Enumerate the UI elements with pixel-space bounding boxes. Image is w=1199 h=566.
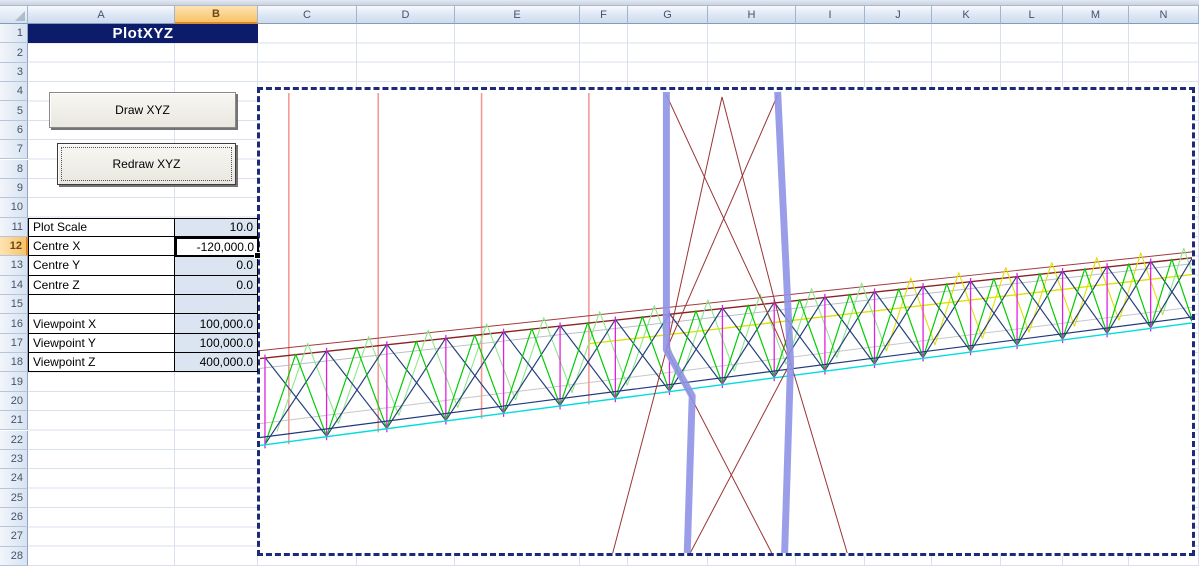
column-header-K[interactable]: K (932, 6, 1001, 24)
column-header-M[interactable]: M (1063, 6, 1129, 24)
param-label-viewpoint-y[interactable]: Viewpoint Y (28, 333, 175, 354)
row-header-1[interactable]: 1 (0, 24, 28, 44)
row-header-6[interactable]: 6 (0, 120, 28, 141)
bridge-wireframe-svg (260, 91, 1192, 553)
row-header-8[interactable]: 8 (0, 159, 28, 179)
select-all-button[interactable] (0, 6, 28, 24)
row-header-25[interactable]: 25 (0, 488, 28, 508)
row-header-5[interactable]: 5 (0, 101, 28, 121)
param-value-viewpoint-x[interactable]: 100,000.0 (175, 314, 258, 334)
row-header-20[interactable]: 20 (0, 391, 28, 412)
row-header-14[interactable]: 14 (0, 275, 28, 295)
row-header-26[interactable]: 26 (0, 507, 28, 528)
fill-handle[interactable] (254, 252, 261, 260)
column-header-J[interactable]: J (865, 6, 932, 24)
row-header-17[interactable]: 17 (0, 333, 28, 354)
param-value-empty[interactable] (175, 295, 258, 315)
param-label-empty[interactable] (28, 295, 175, 315)
row-header-22[interactable]: 22 (0, 430, 28, 450)
chart-object[interactable] (257, 87, 1195, 556)
title-cell[interactable]: PlotXYZ (28, 24, 258, 44)
row-header-9[interactable]: 9 (0, 178, 28, 199)
row-header-24[interactable]: 24 (0, 469, 28, 489)
row-header-19[interactable]: 19 (0, 372, 28, 392)
row-header-12[interactable]: 12 (0, 236, 28, 257)
row-header-27[interactable]: 27 (0, 527, 28, 547)
column-header-A[interactable]: A (28, 6, 175, 24)
row-header-4[interactable]: 4 (0, 82, 28, 102)
row-header-10[interactable]: 10 (0, 198, 28, 218)
row-header-2[interactable]: 2 (0, 43, 28, 63)
param-label-viewpoint-z[interactable]: Viewpoint Z (28, 353, 175, 373)
column-header-C[interactable]: C (258, 6, 357, 24)
param-label-viewpoint-x[interactable]: Viewpoint X (28, 314, 175, 334)
param-label-centre-y[interactable]: Centre Y (28, 256, 175, 276)
param-value-centre-y[interactable]: 0.0 (175, 256, 258, 276)
column-header-I[interactable]: I (796, 6, 865, 24)
draw-xyz-label: Draw XYZ (115, 103, 170, 117)
draw-xyz-button[interactable]: Draw XYZ (49, 92, 236, 128)
row-header-3[interactable]: 3 (0, 62, 28, 83)
row-header-16[interactable]: 16 (0, 314, 28, 334)
column-header-N[interactable]: N (1129, 6, 1199, 24)
active-cell-value: -120,000.0 (196, 240, 254, 255)
row-header-11[interactable]: 11 (0, 217, 28, 237)
row-header-15[interactable]: 15 (0, 295, 28, 315)
active-cell-B12[interactable]: -120,000.0 (175, 236, 261, 260)
redraw-xyz-label: Redraw XYZ (112, 157, 181, 171)
row-header-18[interactable]: 18 (0, 353, 28, 373)
row-header-21[interactable]: 21 (0, 411, 28, 431)
redraw-xyz-button[interactable]: Redraw XYZ (57, 143, 236, 185)
button-focus-ring: Redraw XYZ (58, 144, 235, 184)
row-header-28[interactable]: 28 (0, 546, 28, 566)
select-all-triangle-icon (15, 11, 25, 21)
row-header-13[interactable]: 13 (0, 256, 28, 276)
column-header-E[interactable]: E (455, 6, 580, 24)
param-label-centre-z[interactable]: Centre Z (28, 275, 175, 295)
column-header-G[interactable]: G (628, 6, 708, 24)
column-header-L[interactable]: L (1001, 6, 1063, 24)
param-value-viewpoint-z[interactable]: 400,000.0 (175, 353, 258, 373)
spreadsheet-window: PlotXYZ Draw XYZ Redraw XYZ Plot Scale 10… (0, 0, 1199, 566)
column-header-F[interactable]: F (580, 6, 628, 24)
row-header-7[interactable]: 7 (0, 140, 28, 160)
param-value-viewpoint-y[interactable]: 100,000.0 (175, 333, 258, 354)
param-value-centre-z[interactable]: 0.0 (175, 275, 258, 295)
param-label-centre-x[interactable]: Centre X (28, 236, 175, 257)
param-label-plot-scale[interactable]: Plot Scale (28, 217, 175, 237)
column-header-D[interactable]: D (357, 6, 455, 24)
row-header-23[interactable]: 23 (0, 449, 28, 470)
param-value-plot-scale[interactable]: 10.0 (175, 217, 258, 237)
column-header-B[interactable]: B (175, 6, 258, 24)
column-header-H[interactable]: H (708, 6, 796, 24)
